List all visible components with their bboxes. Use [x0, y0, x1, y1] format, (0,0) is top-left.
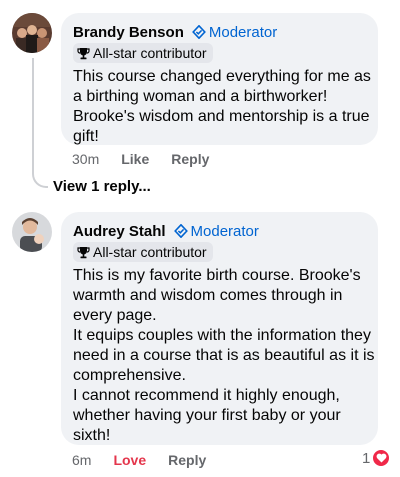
like-button[interactable]: Like [121, 151, 149, 167]
comment-text: This course changed everything for me as… [73, 67, 371, 147]
trophy-icon [77, 246, 90, 258]
heart-icon [372, 449, 391, 467]
comment-line: It equips couples with the information t… [73, 326, 371, 344]
view-replies-link[interactable]: View 1 reply... [53, 178, 151, 195]
moderator-label: Moderator [208, 23, 278, 41]
comment-bubble: Brandy Benson Moderator All-star contrib… [61, 13, 378, 145]
avatar[interactable] [12, 212, 52, 252]
moderator-badge: Moderator [191, 23, 278, 41]
comment-line: whether having your first baby or your [73, 406, 341, 424]
reply-button[interactable]: Reply [171, 151, 209, 167]
author-name[interactable]: Brandy Benson [73, 24, 184, 41]
timestamp[interactable]: 6m [72, 452, 91, 468]
comment-line: need in a course that is as beautiful as… [73, 346, 375, 364]
comment-actions: 6m Love Reply [72, 452, 206, 468]
badge-label: All-star contributor [93, 45, 207, 61]
comment-line: warmth and wisdom comes through in [73, 286, 343, 304]
shield-icon [191, 25, 206, 39]
trophy-icon [77, 47, 90, 59]
thread-line [32, 58, 34, 174]
all-star-badge[interactable]: All-star contributor [73, 43, 213, 63]
comment-bubble: Audrey Stahl Moderator All-star contribu… [61, 212, 378, 445]
comment-line: comprehensive. [73, 366, 186, 384]
comment-text: This is my favorite birth course. Brooke… [73, 266, 375, 446]
comment-line: This course changed everything for me as [73, 67, 371, 85]
comment-line: a birthing woman and a birthworker! [73, 87, 328, 105]
comment-line: gift! [73, 127, 99, 145]
reply-button[interactable]: Reply [168, 452, 206, 468]
reaction-summary[interactable]: 1 [362, 449, 391, 467]
moderator-label: Moderator [190, 222, 259, 240]
love-button[interactable]: Love [113, 452, 146, 468]
avatar[interactable] [12, 13, 52, 53]
all-star-badge[interactable]: All-star contributor [73, 242, 213, 262]
author-name[interactable]: Audrey Stahl [73, 223, 166, 240]
reaction-count: 1 [362, 449, 371, 467]
comment-line: sixth! [73, 426, 111, 444]
shield-icon [173, 224, 188, 238]
moderator-badge: Moderator [173, 222, 259, 240]
comment-line: every page. [73, 306, 157, 324]
timestamp[interactable]: 30m [72, 151, 99, 167]
comment-actions: 30m Like Reply [72, 151, 209, 167]
thread-connector [32, 166, 48, 188]
comment-line: Brooke's wisdom and mentorship is a true [73, 107, 370, 125]
comment-line: I cannot recommend it highly enough, [73, 386, 340, 404]
badge-label: All-star contributor [93, 244, 207, 260]
comment-line: This is my favorite birth course. Brooke… [73, 266, 361, 284]
